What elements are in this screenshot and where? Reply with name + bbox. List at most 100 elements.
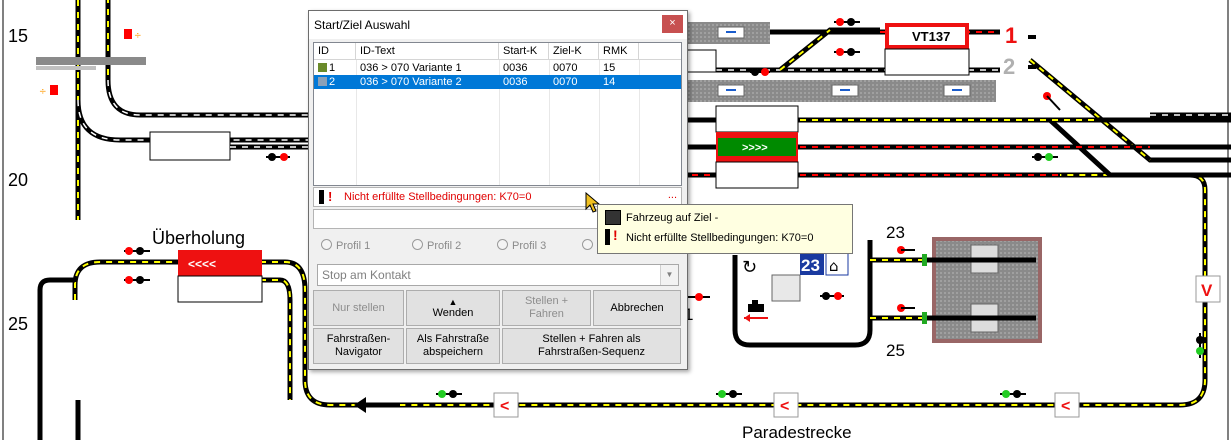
route-list[interactable]: ID ID-Text Start-K Ziel-K RMK 1 036 > 07… (313, 42, 682, 186)
cell-rmk: 14 (603, 76, 616, 88)
tooltip-line-1: Fahrzeug auf Ziel - (626, 212, 719, 224)
radio-label: Profil 1 (336, 240, 371, 252)
track-number-25-right: 25 (886, 341, 905, 360)
radio-profile-2[interactable]: Profil 2 (412, 239, 461, 252)
signal-icon-overtaking-2[interactable] (124, 276, 150, 284)
stellen-fahren-button[interactable]: Stellen + Fahren (502, 290, 591, 326)
button-label: Stellen + (524, 295, 569, 307)
button-label: Stellen + Fahren als (542, 333, 641, 345)
route-arrows-right: >>>> (742, 142, 768, 154)
svg-text:<: < (780, 398, 789, 415)
exclamation-icon: ! (613, 227, 618, 243)
marker-v-label: V (1201, 281, 1213, 300)
signal-icon-overtaking-1[interactable] (124, 247, 150, 255)
route-icon (318, 63, 327, 72)
button-label: Wenden (432, 306, 474, 319)
abbrechen-button[interactable]: Abbrechen (593, 290, 681, 326)
track-number-23-right: 23 (886, 223, 905, 242)
warning-signal-icon (605, 229, 610, 245)
close-button[interactable]: × (662, 15, 683, 33)
marker-left-1[interactable]: < (493, 392, 519, 418)
loco-icon[interactable] (744, 300, 768, 322)
chevron-down-icon[interactable]: ▼ (660, 265, 678, 285)
exclamation-icon: ! (328, 189, 333, 204)
button-label: Fahren (529, 308, 564, 320)
cell-ziel-k: 0070 (553, 76, 578, 88)
marker-left-3[interactable]: < (1054, 392, 1080, 418)
save-route-button[interactable]: Als Fahrstraße abspeichern (406, 328, 500, 364)
track-number-2: 2 (1003, 54, 1015, 79)
home-icon[interactable]: ⌂ (829, 257, 839, 275)
dialog-title: Start/Ziel Auswahl (314, 18, 411, 32)
radio-profile-1[interactable]: Profil 1 (321, 239, 370, 252)
column-header-id[interactable]: ID (314, 43, 356, 60)
signal-icon-depot-23[interactable] (897, 246, 915, 254)
nur-stellen-button[interactable]: Nur stellen (313, 290, 404, 326)
column-header-filler (639, 43, 681, 60)
fahrstrassen-navigator-button[interactable]: Fahrstraßen- Navigator (313, 328, 404, 364)
marker-left-2[interactable]: < (773, 392, 799, 418)
cell-id: 1 (329, 62, 336, 74)
svg-text:÷: ÷ (39, 87, 47, 97)
route-box-center[interactable] (715, 105, 799, 133)
row-number-25: 25 (8, 314, 28, 334)
stop-mode-select[interactable]: Stop am Kontakt ▼ (317, 264, 679, 286)
signal-icon-bottom-3[interactable] (1000, 390, 1026, 398)
svg-text:<: < (1061, 398, 1070, 415)
dialog-titlebar[interactable]: Start/Ziel Auswahl × (309, 11, 687, 39)
svg-text:<: < (500, 398, 509, 415)
signal-icon-left[interactable]: ÷ (39, 85, 58, 97)
signal-icon-right-2[interactable] (1032, 153, 1058, 161)
button-label: Navigator (334, 346, 383, 358)
cell-start-k: 0036 (503, 62, 528, 74)
table-row-selected[interactable]: 2 036 > 070 Variante 2 0036 0070 14 (314, 75, 681, 89)
signal-icon-20[interactable] (266, 153, 290, 161)
status-text: Nicht erfüllte Stellbedingungen: K70=0 (344, 191, 532, 203)
route-icon (318, 77, 327, 86)
cell-id-text: 036 > 070 Variante 1 (360, 62, 462, 74)
radio-profile-4[interactable] (582, 239, 597, 252)
column-header-start-k[interactable]: Start-K (499, 43, 549, 60)
table-row[interactable]: 1 036 > 070 Variante 1 0036 0070 15 (314, 61, 681, 75)
column-header-rmk[interactable]: RMK (599, 43, 639, 60)
direction-arrow-icon (354, 397, 400, 413)
signal-icon-bottom-1[interactable] (436, 390, 462, 398)
signal-icon-depot[interactable] (820, 292, 844, 300)
signal-icon-top-2[interactable] (834, 48, 860, 56)
cell-ziel-k: 0070 (553, 62, 578, 74)
row-number-20: 20 (8, 170, 28, 190)
cell-rmk: 15 (603, 62, 616, 74)
label-overtaking: Überholung (152, 228, 245, 248)
button-label: abspeichern (423, 346, 483, 358)
stop-mode-value: Stop am Kontakt (322, 268, 411, 282)
refresh-icon[interactable]: ↻ (742, 257, 757, 278)
route-arrows-left: <<<< (188, 257, 216, 271)
button-label: Als Fahrstraße (416, 333, 490, 345)
button-label: Abbrechen (610, 301, 664, 314)
signal-icon-topleft[interactable]: ÷ (124, 29, 142, 41)
signal-icon-right-1[interactable] (1043, 92, 1061, 111)
signal-icon-mid[interactable] (688, 293, 710, 301)
track-box-20[interactable] (149, 131, 231, 161)
route-selection-dialog[interactable]: Start/Ziel Auswahl × ID ID-Text Start-K … (308, 10, 688, 370)
wenden-button[interactable]: ▲ Wenden (406, 290, 500, 326)
triangle-up-icon: ▲ (448, 296, 458, 307)
radio-profile-3[interactable]: Profil 3 (497, 239, 546, 252)
depot-box[interactable] (771, 274, 801, 302)
signal-icon-depot-25[interactable] (897, 304, 915, 312)
train-label-vt137: VT137 (912, 29, 950, 44)
button-label: Fahrstraßen- (326, 333, 391, 345)
train-icon (605, 210, 621, 225)
status-more-button[interactable]: ... (668, 189, 677, 201)
cell-id-text: 036 > 070 Variante 2 (360, 76, 462, 88)
cell-id: 2 (329, 76, 336, 88)
radio-label: Profil 3 (512, 240, 547, 252)
label-parade-track: Paradestrecke (742, 423, 852, 440)
route-sequence-button[interactable]: Stellen + Fahren als Fahrstraßen-Sequenz (502, 328, 681, 364)
column-header-id-text[interactable]: ID-Text (356, 43, 499, 60)
column-header-ziel-k[interactable]: Ziel-K (549, 43, 599, 60)
signal-icon-bottom-2[interactable] (716, 390, 742, 398)
button-label: Fahrstraßen-Sequenz (538, 346, 645, 358)
signal-icon-top-1[interactable] (834, 18, 860, 26)
radio-label: Profil 2 (427, 240, 462, 252)
